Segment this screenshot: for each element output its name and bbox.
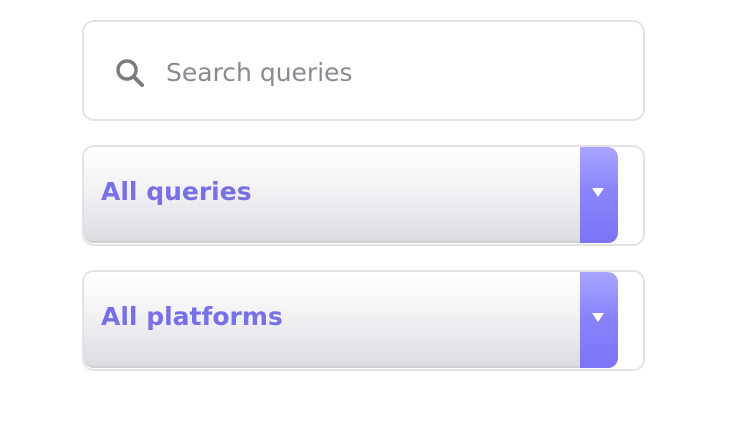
platforms-filter-dropdown-button[interactable] <box>580 272 618 368</box>
platforms-filter-face[interactable]: All platforms <box>84 272 618 368</box>
queries-filter-value: All queries <box>101 177 252 206</box>
queries-filter-dropdown-button[interactable] <box>580 147 618 243</box>
queries-filter-select[interactable]: All queries <box>82 145 645 246</box>
platforms-filter-select[interactable]: All platforms <box>82 270 645 371</box>
chevron-down-icon <box>592 307 604 322</box>
search-box[interactable] <box>82 20 645 121</box>
search-icon <box>114 57 146 89</box>
queries-filter-face[interactable]: All queries <box>84 147 618 243</box>
chevron-down-icon <box>592 182 604 197</box>
platforms-filter-value: All platforms <box>101 302 283 331</box>
search-input[interactable] <box>166 44 626 100</box>
